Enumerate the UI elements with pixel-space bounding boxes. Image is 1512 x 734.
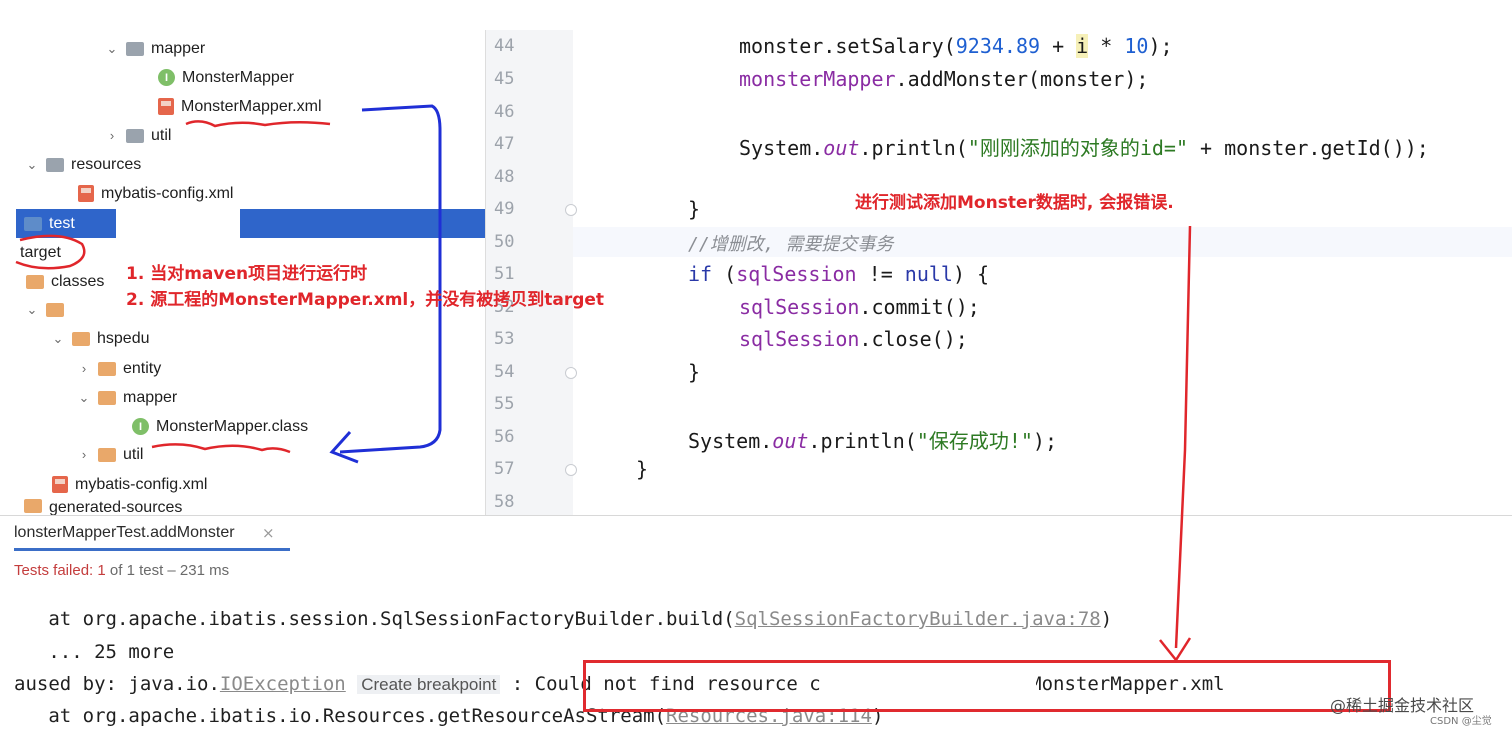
circle-annotation [15, 234, 86, 270]
annotation-note-2: 2. 源工程的MonsterMapper.xml，并没有被拷贝到target [126, 290, 605, 310]
annotation-note-3: 进行测试添加Monster数据时, 会报错误. [855, 193, 1174, 213]
underline-annotation [151, 443, 291, 454]
arrowhead-annotation [329, 430, 359, 464]
arrow-annotation [1174, 225, 1192, 649]
arrowhead-annotation [1159, 637, 1192, 663]
watermark-sub: CSDN @尘觉 [1430, 716, 1492, 727]
annotation-overlay [15, 104, 1192, 663]
annotation-note-1: 1. 当对maven项目进行运行时 [126, 264, 368, 284]
underline-annotation [185, 120, 331, 128]
